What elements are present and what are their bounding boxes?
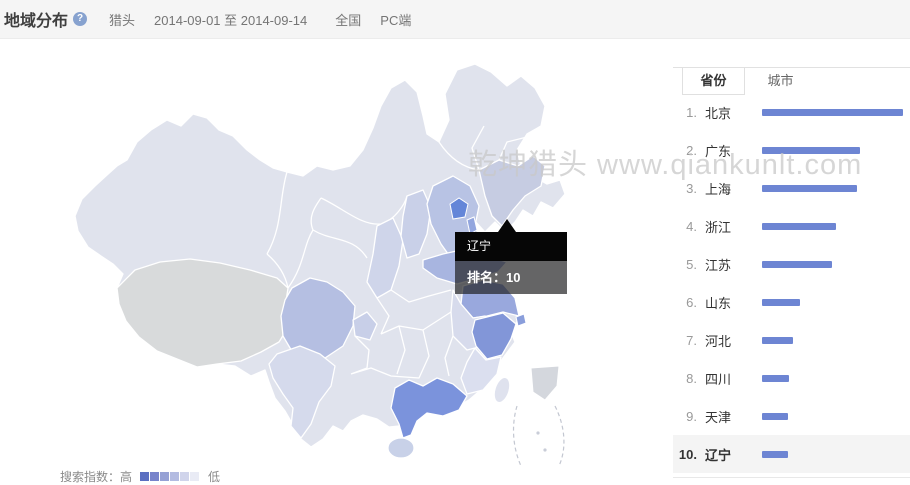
legend-swatch [170, 472, 179, 481]
rank-number: 1. [673, 105, 697, 120]
province-ranking-list: 1. 北京 2. 广东 3. 上海 4. 浙江 5. 江苏 6. 山东 7. 河… [673, 93, 910, 473]
panel-divider [673, 477, 910, 478]
page-title: 地域分布 [4, 7, 68, 31]
tooltip-rank: 排名：10 [455, 261, 567, 294]
south-sea-inset [531, 366, 559, 400]
sea-island-dot [543, 448, 546, 451]
province-name: 四川 [705, 369, 762, 388]
help-icon[interactable]: ? [73, 12, 87, 26]
legend-swatch [160, 472, 169, 481]
rank-number: 2. [673, 143, 697, 158]
legend-high-label: 搜索指数：高 [60, 468, 132, 485]
ranking-row[interactable]: 6. 山东 [673, 283, 910, 321]
province-name: 江苏 [705, 255, 762, 274]
map-region-taiwan[interactable] [491, 375, 512, 404]
ranking-row[interactable]: 9. 天津 [673, 397, 910, 435]
ranking-row[interactable]: 3. 上海 [673, 169, 910, 207]
tooltip-rank-value: 10 [506, 270, 520, 285]
rank-number: 3. [673, 181, 697, 196]
keyword-label: 猎头 [109, 10, 135, 29]
province-name: 浙江 [705, 217, 762, 236]
rank-bar [762, 413, 788, 420]
legend-swatch [180, 472, 189, 481]
sea-island-dot [536, 431, 539, 434]
map-region-tibet[interactable] [117, 259, 289, 367]
tooltip-rank-label: 排名： [467, 270, 506, 285]
ranking-row[interactable]: 2. 广东 [673, 131, 910, 169]
ranking-row[interactable]: 1. 北京 [673, 93, 910, 131]
ranking-row[interactable]: 7. 河北 [673, 321, 910, 359]
legend-swatch [190, 472, 199, 481]
province-name: 河北 [705, 331, 762, 350]
rank-number: 6. [673, 295, 697, 310]
date-range-label: 2014-09-01 至 2014-09-14 [154, 10, 307, 29]
ranking-row[interactable]: 5. 江苏 [673, 245, 910, 283]
rank-bar [762, 261, 832, 268]
platform-label: PC端 [380, 10, 411, 29]
rank-bar [762, 375, 789, 382]
province-name: 北京 [705, 103, 762, 122]
ranking-row[interactable]: 10. 辽宁 [673, 435, 910, 473]
rank-number: 8. [673, 371, 697, 386]
province-name: 天津 [705, 407, 762, 426]
region-label: 全国 [335, 10, 361, 29]
tooltip-arrow-icon [498, 219, 516, 232]
province-name: 山东 [705, 293, 762, 312]
rank-bar [762, 223, 836, 230]
province-name: 辽宁 [705, 445, 762, 464]
rank-bar [762, 337, 793, 344]
ranking-row[interactable]: 4. 浙江 [673, 207, 910, 245]
tab-city[interactable]: 城市 [750, 68, 811, 94]
map-tooltip: 辽宁 排名：10 [455, 232, 567, 294]
legend-swatch [150, 472, 159, 481]
rank-bar [762, 299, 800, 306]
rank-number: 10. [673, 447, 697, 462]
page-header: 地域分布 ? 猎头 2014-09-01 至 2014-09-14 全国 PC端 [0, 0, 910, 39]
legend-gradient-swatches [140, 472, 200, 481]
rank-bar [762, 109, 903, 116]
ranking-row[interactable]: 8. 四川 [673, 359, 910, 397]
rank-number: 5. [673, 257, 697, 272]
tooltip-province: 辽宁 [455, 232, 567, 261]
tab-province[interactable]: 省份 [682, 68, 745, 95]
rank-number: 9. [673, 409, 697, 424]
rank-bar [762, 185, 857, 192]
panel-tabs: 省份 城市 [673, 67, 910, 95]
province-name: 广东 [705, 141, 762, 160]
nine-dash-line [514, 406, 564, 466]
province-name: 上海 [705, 179, 762, 198]
rank-number: 7. [673, 333, 697, 348]
rank-bar [762, 147, 860, 154]
china-map[interactable] [55, 58, 675, 478]
legend-swatch [140, 472, 149, 481]
rank-number: 4. [673, 219, 697, 234]
search-index-legend: 搜索指数：高 低 [60, 468, 220, 485]
ranking-panel: 省份 城市 1. 北京 2. 广东 3. 上海 4. 浙江 5. 江苏 6. 山… [673, 67, 910, 485]
rank-bar [762, 451, 788, 458]
legend-low-label: 低 [208, 468, 220, 485]
map-region-hainan[interactable] [388, 438, 414, 458]
map-region-guangdong[interactable] [391, 378, 467, 438]
